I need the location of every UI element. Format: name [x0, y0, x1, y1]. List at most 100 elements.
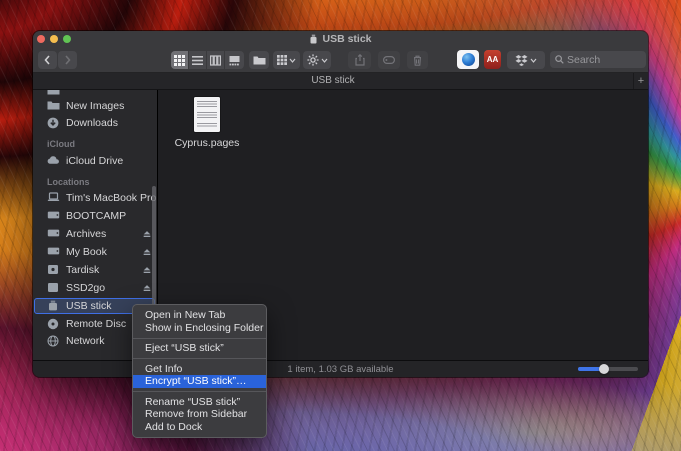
sidebar-section-locations: Locations — [35, 176, 152, 188]
sidebar-section-icloud: iCloud — [35, 138, 152, 150]
menu-item-add-to-dock[interactable]: Add to Dock — [133, 421, 266, 434]
sidebar-item-my-book[interactable]: My Book — [35, 244, 152, 260]
menu-item-open-in-new-tab[interactable]: Open in New Tab — [133, 309, 266, 322]
laptop-icon — [47, 192, 60, 205]
menu-item-encrypt[interactable]: Encrypt “USB stick”… — [133, 375, 266, 388]
share-button[interactable] — [348, 51, 371, 69]
eject-icon[interactable] — [142, 247, 152, 257]
menu-separator — [133, 338, 266, 339]
globe-icon — [47, 335, 60, 348]
tab-usb-stick[interactable]: USB stick — [33, 73, 633, 89]
share-icon — [355, 54, 365, 66]
menu-item-remove-from-sidebar[interactable]: Remove from Sidebar — [133, 408, 266, 421]
cloud-icon — [47, 155, 60, 168]
sidebar-item-bootcamp[interactable]: BOOTCAMP — [35, 208, 152, 224]
list-view-button[interactable] — [189, 51, 207, 69]
forward-button[interactable] — [58, 51, 77, 69]
chevron-down-icon — [321, 58, 328, 63]
external-disk-icon — [47, 264, 60, 277]
sidebar-item-label: BOOTCAMP — [66, 210, 126, 222]
eject-icon[interactable] — [142, 265, 152, 275]
tag-icon — [383, 56, 395, 64]
column-view-button[interactable] — [207, 51, 225, 69]
menu-item-eject[interactable]: Eject “USB stick” — [133, 342, 266, 355]
hard-drive-icon — [47, 228, 60, 241]
chevron-down-icon — [530, 58, 537, 63]
sidebar-item-downloads[interactable]: Downloads — [35, 115, 152, 131]
sidebar-item-label: Archives — [66, 228, 106, 240]
sidebar-item-label: Remote Disc — [66, 318, 126, 330]
group-button[interactable] — [273, 51, 300, 69]
chevron-right-icon — [63, 55, 72, 65]
title-bar[interactable]: USB stick — [33, 31, 648, 47]
menu-item-rename[interactable]: Rename “USB stick” — [133, 396, 266, 409]
icon-view-button[interactable] — [171, 51, 189, 69]
status-bar: 1 item, 1.03 GB available — [33, 360, 648, 377]
sidebar-item-new-images[interactable]: New Images — [35, 98, 152, 114]
gear-icon — [307, 54, 319, 66]
sidebar-item-label: USB stick — [66, 300, 112, 312]
menu-separator — [133, 358, 266, 359]
folder-icon — [47, 100, 60, 113]
blue-sphere-icon — [462, 53, 475, 66]
minimize-button[interactable] — [50, 35, 58, 43]
dropbox-button[interactable] — [507, 51, 545, 69]
new-tab-button[interactable]: + — [633, 73, 648, 89]
hard-drive-icon — [47, 210, 60, 223]
sidebar-item-archives[interactable]: Archives — [35, 226, 152, 242]
usb-drive-icon — [309, 34, 318, 44]
window-title: USB stick — [322, 31, 371, 47]
grid-view-icon — [174, 55, 185, 66]
sidebar-item-macbook[interactable]: Tim's MacBook Pro — [35, 190, 152, 206]
sidebar-item-label: New Images — [66, 100, 124, 112]
delete-button[interactable] — [407, 51, 428, 69]
app-toolbar-button-fonts[interactable]: AA — [484, 50, 501, 69]
menu-item-show-in-enclosing-folder[interactable]: Show in Enclosing Folder — [133, 322, 266, 335]
finder-window: USB stick — [33, 31, 648, 377]
toolbar: AA — [33, 47, 648, 73]
back-button[interactable] — [38, 51, 57, 69]
chevron-down-icon — [289, 58, 296, 63]
download-icon — [47, 117, 60, 130]
icon-size-slider[interactable] — [578, 367, 638, 371]
trash-icon — [413, 55, 422, 66]
aa-icon: AA — [487, 55, 499, 64]
sidebar-item-label: My Book — [66, 246, 107, 258]
traffic-lights — [37, 35, 71, 43]
dropbox-icon — [515, 55, 528, 66]
column-view-icon — [210, 55, 221, 66]
sidebar-item-label: Tim's MacBook Pro — [66, 192, 156, 204]
sidebar-item-label: iCloud Drive — [66, 155, 123, 167]
menu-item-get-info[interactable]: Get Info — [133, 363, 266, 376]
new-folder-button[interactable] — [249, 51, 269, 69]
gallery-view-icon — [229, 55, 240, 66]
slider-knob[interactable] — [599, 364, 609, 374]
status-summary: 1 item, 1.03 GB available — [287, 364, 393, 375]
tab-bar: USB stick + — [33, 73, 648, 90]
search-field[interactable] — [550, 51, 646, 68]
action-menu-button[interactable] — [303, 51, 331, 69]
zoom-button[interactable] — [63, 35, 71, 43]
tag-button[interactable] — [378, 51, 400, 69]
menu-separator — [133, 391, 266, 392]
folder-icon — [253, 55, 266, 66]
search-input[interactable] — [567, 54, 639, 66]
group-grid-icon — [277, 55, 287, 65]
sidebar-item-label: Network — [66, 335, 105, 347]
sidebar-item-icloud-drive[interactable]: iCloud Drive — [35, 153, 152, 169]
search-icon — [555, 55, 564, 64]
hard-drive-icon — [47, 246, 60, 259]
sidebar-item-ssd2go[interactable]: SSD2go — [35, 280, 152, 296]
eject-icon[interactable] — [142, 229, 152, 239]
sidebar-item-label: SSD2go — [66, 282, 105, 294]
close-button[interactable] — [37, 35, 45, 43]
sidebar-item-label: Tardisk — [66, 264, 99, 276]
eject-icon[interactable] — [142, 283, 152, 293]
disc-icon — [47, 318, 60, 331]
file-cyprus-pages[interactable]: Cyprus.pages — [170, 97, 244, 149]
sidebar-item-tardisk[interactable]: Tardisk — [35, 262, 152, 278]
pages-document-icon — [194, 97, 220, 132]
chevron-left-icon — [43, 55, 52, 65]
app-toolbar-button-sphere[interactable] — [457, 50, 479, 69]
gallery-view-button[interactable] — [225, 51, 243, 69]
